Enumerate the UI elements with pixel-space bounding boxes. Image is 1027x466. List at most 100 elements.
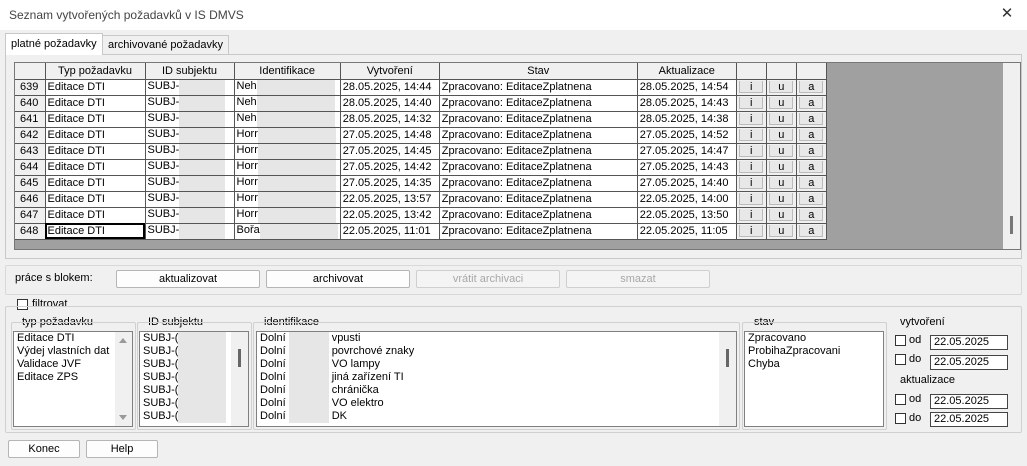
identifikace-list-item[interactable]: Dolní vpusti (257, 332, 736, 345)
col-aktualizace-header[interactable]: Aktualizace (637, 63, 737, 80)
row-number[interactable]: 643 (15, 143, 46, 160)
cell-typ[interactable]: Editace DTI (45, 127, 146, 144)
cell-ident[interactable]: Neh (234, 111, 341, 128)
action-a-button[interactable]: a (799, 113, 824, 125)
table-row[interactable]: 644 Editace DTI SUBJ- Horr 27.05.2025, 14:42… (15, 159, 827, 176)
action-a-button[interactable]: a (799, 97, 824, 109)
action-u-button[interactable]: u (769, 193, 794, 205)
cell-ident[interactable]: Horr (234, 159, 341, 176)
cell-aktualizace[interactable]: 27.05.2025, 14:43 (637, 159, 737, 176)
cell-vytvoreni[interactable]: 22.05.2025, 13:42 (340, 207, 440, 224)
table-row[interactable]: 639 Editace DTI SUBJ- Neh 28.05.2025, 14:44 Z… (15, 79, 827, 96)
table-row[interactable]: 642 Editace DTI SUBJ- Horr 27.05.2025, 14:48… (15, 127, 827, 144)
cell-aktualizace[interactable]: 22.05.2025, 14:00 (637, 191, 737, 208)
action-u-button[interactable]: u (769, 113, 794, 125)
action-u-button[interactable]: u (769, 177, 794, 189)
subjekt-listbox[interactable]: SUBJ-(SUBJ-(SUBJ-(SUBJ-(SUBJ-(SUBJ-(SUBJ… (139, 331, 249, 427)
cell-aktualizace[interactable]: 28.05.2025, 14:43 (637, 95, 737, 112)
aktualizace-od-checkbox[interactable] (895, 394, 906, 405)
cell-vytvoreni[interactable]: 22.05.2025, 13:57 (340, 191, 440, 208)
action-u-button[interactable]: u (769, 97, 794, 109)
cell-stav[interactable]: Zpracovano: EditaceZplatnena (439, 159, 638, 176)
table-row[interactable]: 648 Editace DTI SUBJ- Bořa 22.05.2025, 11:01… (15, 223, 827, 240)
row-number[interactable]: 644 (15, 159, 46, 176)
table-row[interactable]: 643 Editace DTI SUBJ- Horr 27.05.2025, 14:45… (15, 143, 827, 160)
action-i-button[interactable]: i (739, 209, 764, 221)
identifikace-scrollbar[interactable] (719, 332, 736, 426)
cell-aktualizace[interactable]: 22.05.2025, 11:05 (637, 223, 737, 240)
help-button[interactable]: Help (86, 440, 158, 458)
cell-ident[interactable]: Horr (234, 143, 341, 160)
action-i-button[interactable]: i (739, 81, 764, 93)
cell-id[interactable]: SUBJ- (145, 175, 235, 192)
cell-id[interactable]: SUBJ- (145, 143, 235, 160)
action-a-button[interactable]: a (799, 193, 824, 205)
action-i-button[interactable]: i (739, 97, 764, 109)
vytvoreni-do-input[interactable]: 22.05.2025 (930, 355, 1008, 370)
action-a-button[interactable]: a (799, 177, 824, 189)
action-a-button[interactable]: a (799, 145, 824, 157)
aktualizovat-button[interactable]: aktualizovat (116, 270, 260, 288)
cell-typ[interactable]: Editace DTI (45, 223, 146, 240)
cell-vytvoreni[interactable]: 22.05.2025, 11:01 (340, 223, 440, 240)
action-i-button[interactable]: i (739, 161, 764, 173)
identifikace-list-item[interactable]: Dolní VO lampy (257, 358, 736, 371)
identifikace-list-item[interactable]: Dolní povrchové znaky (257, 345, 736, 358)
grid-scroll-thumb[interactable] (1010, 216, 1013, 234)
action-i-button[interactable]: i (739, 113, 764, 125)
cell-aktualizace[interactable]: 28.05.2025, 14:54 (637, 79, 737, 96)
cell-stav[interactable]: Zpracovano: EditaceZplatnena (439, 95, 638, 112)
cell-vytvoreni[interactable]: 27.05.2025, 14:48 (340, 127, 440, 144)
cell-vytvoreni[interactable]: 28.05.2025, 14:44 (340, 79, 440, 96)
cell-ident[interactable]: Horr (234, 175, 341, 192)
vytvoreni-do-checkbox[interactable] (895, 354, 906, 365)
action-u-button[interactable]: u (769, 161, 794, 173)
row-number[interactable]: 645 (15, 175, 46, 192)
cell-id[interactable]: SUBJ- (145, 111, 235, 128)
cell-typ[interactable]: Editace DTI (45, 159, 146, 176)
cell-stav[interactable]: Zpracovano: EditaceZplatnena (439, 175, 638, 192)
cell-id[interactable]: SUBJ- (145, 191, 235, 208)
cell-aktualizace[interactable]: 22.05.2025, 13:50 (637, 207, 737, 224)
cell-stav[interactable]: Zpracovano: EditaceZplatnena (439, 191, 638, 208)
table-row[interactable]: 646 Editace DTI SUBJ- Horr 22.05.2025, 13:57… (15, 191, 827, 208)
scroll-up-icon[interactable] (119, 338, 127, 343)
action-a-button[interactable]: a (799, 225, 824, 237)
col-vytvoreni-header[interactable]: Vytvoření (340, 63, 440, 80)
row-number[interactable]: 641 (15, 111, 46, 128)
stav-list-item[interactable]: Zpracovano (745, 332, 883, 345)
cell-id[interactable]: SUBJ- (145, 127, 235, 144)
typ-listbox[interactable]: Editace DTI Výdej vlastních dat Validace J… (13, 331, 133, 427)
cell-typ[interactable]: Editace DTI (45, 175, 146, 192)
cell-typ[interactable]: Editace DTI (45, 207, 146, 224)
cell-typ[interactable]: Editace DTI (45, 95, 146, 112)
action-i-button[interactable]: i (739, 177, 764, 189)
identifikace-listbox[interactable]: Dolní vpusti Dolní povrchové znaky Dolní VO l… (256, 331, 737, 427)
stav-list-item[interactable]: Chyba (745, 358, 883, 371)
col-id-header[interactable]: ID subjektu (145, 63, 235, 80)
table-row[interactable]: 647 Editace DTI SUBJ- Horr 22.05.2025, 13:42… (15, 207, 827, 224)
action-a-button[interactable]: a (799, 81, 824, 93)
cell-aktualizace[interactable]: 27.05.2025, 14:40 (637, 175, 737, 192)
col-stav-header[interactable]: Stav (439, 63, 638, 80)
action-i-button[interactable]: i (739, 193, 764, 205)
cell-id[interactable]: SUBJ- (145, 159, 235, 176)
cell-stav[interactable]: Zpracovano: EditaceZplatnena (439, 127, 638, 144)
table-row[interactable]: 640 Editace DTI SUBJ- Neh 28.05.2025, 14:40 Z… (15, 95, 827, 112)
action-i-button[interactable]: i (739, 129, 764, 141)
identifikace-list-item[interactable]: Dolní jiná zařízení TI (257, 371, 736, 384)
cell-id[interactable]: SUBJ- (145, 79, 235, 96)
scroll-down-icon[interactable] (119, 415, 127, 420)
cell-ident[interactable]: Horr (234, 191, 341, 208)
cell-stav[interactable]: Zpracovano: EditaceZplatnena (439, 143, 638, 160)
vytvoreni-od-input[interactable]: 22.05.2025 (930, 335, 1008, 350)
smazat-button[interactable]: smazat (566, 270, 710, 288)
cell-ident[interactable]: Neh (234, 79, 341, 96)
subjekt-scrollbar[interactable] (231, 332, 248, 426)
table-row[interactable]: 645 Editace DTI SUBJ- Horr 27.05.2025, 14:35… (15, 175, 827, 192)
table-row[interactable]: 641 Editace DTI SUBJ- Neh 28.05.2025, 14:32 Z… (15, 111, 827, 128)
action-i-button[interactable]: i (739, 145, 764, 157)
cell-stav[interactable]: Zpracovano: EditaceZplatnena (439, 223, 638, 240)
cell-aktualizace[interactable]: 27.05.2025, 14:52 (637, 127, 737, 144)
row-number[interactable]: 646 (15, 191, 46, 208)
